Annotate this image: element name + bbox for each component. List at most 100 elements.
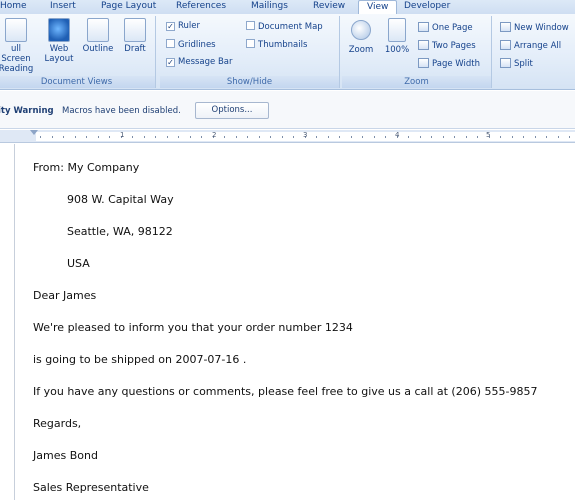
page-width-label: Page Width xyxy=(432,59,480,69)
doc-line-city: Seattle, WA, 98122 xyxy=(67,225,173,238)
two-pages-label: Two Pages xyxy=(432,41,476,51)
page-100-icon xyxy=(388,18,406,42)
ruler-tick xyxy=(98,136,99,138)
ruler-number: 5 xyxy=(486,131,491,139)
new-window-icon xyxy=(500,22,511,32)
full-screen-reading-icon xyxy=(5,18,27,42)
arrange-all-button[interactable]: Arrange All xyxy=(500,40,561,51)
zoom-group-label: Zoom xyxy=(342,76,491,88)
doc-line-greeting: Dear James xyxy=(33,289,97,302)
magnifier-icon xyxy=(351,20,371,40)
ruler-tick xyxy=(293,136,294,138)
ruler-tick xyxy=(75,136,76,138)
ruler-tick xyxy=(40,136,41,138)
zoom-button[interactable]: Zoom xyxy=(346,18,376,55)
message-bar-checkbox[interactable]: ✓ Message Bar xyxy=(166,57,233,67)
ruler-tick xyxy=(178,136,179,138)
ruler-tick xyxy=(52,136,53,138)
security-warning-title: ity Warning xyxy=(0,106,54,116)
page-left-edge xyxy=(14,144,15,500)
ruler-tick xyxy=(86,136,87,138)
document-views-group: ull Screen Reading Web Layout Outline Dr… xyxy=(0,16,156,88)
thumbnails-checkbox[interactable]: Thumbnails xyxy=(246,39,307,50)
tab-references[interactable]: References xyxy=(176,0,226,14)
gridlines-checkbox[interactable]: Gridlines xyxy=(166,39,216,50)
tab-home[interactable]: Home xyxy=(0,0,27,14)
thumbnails-box xyxy=(246,39,255,48)
ribbon: ull Screen Reading Web Layout Outline Dr… xyxy=(0,14,575,90)
ruler-tick xyxy=(270,136,271,138)
ruler-tick xyxy=(362,136,363,138)
ruler-tick xyxy=(477,136,478,138)
ruler-tick xyxy=(167,136,168,138)
tab-developer[interactable]: Developer xyxy=(404,0,450,14)
message-bar-check-mark: ✓ xyxy=(166,58,175,67)
horizontal-ruler[interactable]: 1 2 3 4 5 xyxy=(0,130,575,143)
full-screen-reading-button[interactable]: ull Screen Reading xyxy=(0,18,34,74)
macros-disabled-text: Macros have been disabled. xyxy=(62,106,181,116)
window-group: New Window Arrange All Split xyxy=(494,16,575,88)
zoom-100-label: 100% xyxy=(384,45,410,55)
tab-page-layout[interactable]: Page Layout xyxy=(101,0,156,14)
tab-view[interactable]: View xyxy=(358,0,398,14)
ruler-number: 2 xyxy=(212,131,217,139)
globe-icon xyxy=(48,18,70,42)
ruler-tick xyxy=(523,136,524,138)
show-hide-label: Show/Hide xyxy=(160,76,339,88)
doc-line-country: USA xyxy=(67,257,90,270)
ruler-tick xyxy=(546,136,547,138)
ruler-tick xyxy=(109,136,110,138)
ruler-tick xyxy=(535,136,536,138)
tab-insert[interactable]: Insert xyxy=(50,0,76,14)
tab-review[interactable]: Review xyxy=(313,0,345,14)
document-page[interactable]: From: My Company 908 W. Capital Way Seat… xyxy=(0,144,575,500)
ruler-tick xyxy=(374,136,375,138)
ruler-tick xyxy=(466,136,467,138)
ruler-tick xyxy=(224,136,225,138)
doc-line-body-1: We're pleased to inform you that your or… xyxy=(33,321,353,334)
zoom-100-button[interactable]: 100% xyxy=(382,18,412,55)
page-width-button[interactable]: Page Width xyxy=(418,58,480,69)
ruler-tick xyxy=(500,136,501,138)
new-window-button[interactable]: New Window xyxy=(500,22,569,33)
ruler-number: 1 xyxy=(120,131,125,139)
one-page-label: One Page xyxy=(432,23,473,33)
ruler-tick xyxy=(454,136,455,138)
indent-marker-icon[interactable] xyxy=(30,130,38,135)
web-layout-label: Web xyxy=(49,44,69,54)
web-layout-label-2: Layout xyxy=(44,54,74,64)
full-screen-reading-label: ull Screen xyxy=(1,44,31,64)
ruler-checkbox[interactable]: ✓ Ruler xyxy=(166,21,200,31)
tab-mailings[interactable]: Mailings xyxy=(251,0,288,14)
show-hide-group: ✓ Ruler Gridlines ✓ Message Bar Document M… xyxy=(160,16,340,88)
options-button[interactable]: Options... xyxy=(195,102,269,119)
arrange-all-icon xyxy=(500,40,511,50)
ruler-tick xyxy=(132,136,133,138)
ruler-tick xyxy=(247,136,248,138)
ruler-tick xyxy=(155,136,156,138)
one-page-button[interactable]: One Page xyxy=(418,22,473,33)
two-pages-button[interactable]: Two Pages xyxy=(418,40,476,51)
doc-line-from: From: My Company xyxy=(33,161,140,174)
ruler-tick xyxy=(328,136,329,138)
ruler-number: 3 xyxy=(303,131,308,139)
web-layout-button[interactable]: Web Layout xyxy=(44,18,74,64)
ruler-tick xyxy=(190,136,191,138)
ruler-number: 4 xyxy=(395,131,400,139)
outline-icon xyxy=(87,18,109,42)
split-icon xyxy=(500,58,511,68)
split-label: Split xyxy=(514,59,533,69)
document-map-checkbox[interactable]: Document Map xyxy=(246,21,323,32)
document-map-checkbox-label: Document Map xyxy=(258,22,323,32)
document-views-label: Document Views xyxy=(0,76,155,88)
two-pages-icon xyxy=(418,40,429,50)
doc-line-signature: James Bond xyxy=(33,449,98,462)
split-button[interactable]: Split xyxy=(500,58,533,69)
draft-button[interactable]: Draft xyxy=(120,18,150,54)
ruler-tick xyxy=(420,136,421,138)
one-page-icon xyxy=(418,22,429,32)
doc-line-address: 908 W. Capital Way xyxy=(67,193,174,206)
outline-button[interactable]: Outline xyxy=(80,18,116,54)
ruler-tick xyxy=(512,136,513,138)
document-map-box xyxy=(246,21,255,30)
